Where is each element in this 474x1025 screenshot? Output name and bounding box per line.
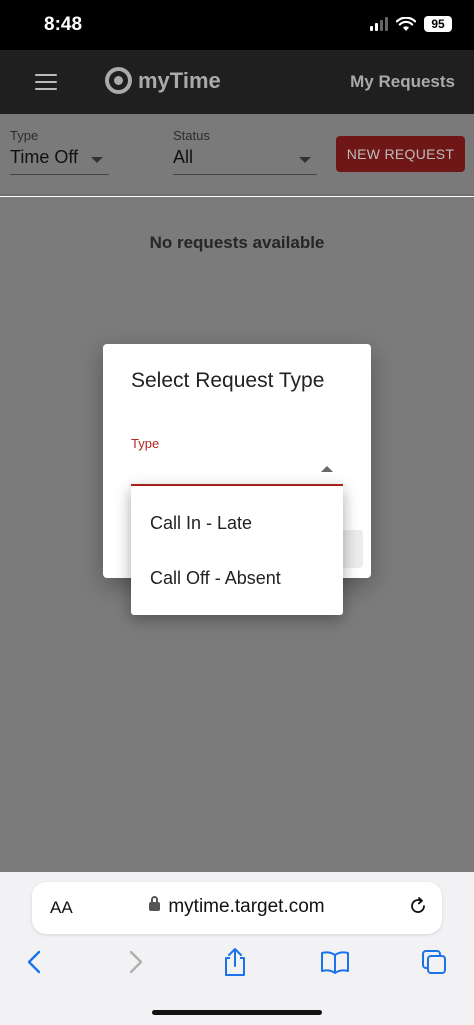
page-title: My Requests	[350, 72, 455, 91]
target-logo-icon	[105, 67, 132, 94]
url-text: mytime.target.com	[168, 896, 325, 917]
forward-icon	[129, 950, 143, 974]
share-icon	[225, 948, 245, 976]
cellular-signal-icon	[370, 17, 388, 31]
status-filter-select[interactable]: All	[173, 147, 317, 175]
type-filter-label: Type	[10, 128, 39, 143]
option-call-in-late[interactable]: Call In - Late	[131, 496, 343, 551]
share-button[interactable]	[215, 942, 255, 982]
forward-button[interactable]	[116, 942, 156, 982]
type-select[interactable]	[131, 456, 343, 486]
hamburger-menu-icon[interactable]	[35, 74, 57, 90]
browser-toolbar	[0, 942, 474, 982]
status-time: 8:48	[44, 14, 83, 35]
tabs-button[interactable]	[414, 942, 454, 982]
battery-icon: 95	[424, 16, 452, 32]
address-bar[interactable]: AA mytime.target.com	[32, 882, 442, 934]
type-filter[interactable]: Type Time Off	[10, 128, 109, 175]
dialog-action-button[interactable]	[341, 530, 363, 568]
book-icon	[321, 951, 349, 974]
wifi-icon	[396, 16, 416, 31]
type-filter-value: Time Off	[10, 147, 79, 167]
type-field-label: Type	[131, 436, 160, 451]
status-bar: 8:48 95	[0, 0, 474, 50]
empty-state-message: No requests available	[149, 233, 325, 252]
bookmarks-button[interactable]	[315, 942, 355, 982]
dialog-title: Select Request Type	[131, 369, 325, 392]
status-filter-value: All	[173, 147, 194, 167]
app-name: myTime	[138, 67, 221, 93]
browser-bar: AA mytime.target.com	[0, 872, 474, 1025]
chevron-down-icon	[299, 157, 311, 163]
lock-icon	[149, 896, 161, 911]
url-display[interactable]: mytime.target.com	[32, 896, 442, 918]
type-options-menu: Call In - Late Call Off - Absent	[131, 486, 343, 615]
new-request-button[interactable]: NEW REQUEST	[336, 136, 465, 172]
type-filter-select[interactable]: Time Off	[10, 147, 109, 175]
option-call-off-absent[interactable]: Call Off - Absent	[131, 551, 343, 606]
back-button[interactable]	[14, 942, 54, 982]
back-icon	[27, 950, 41, 974]
status-filter[interactable]: Status All	[173, 128, 317, 175]
chevron-up-icon	[321, 466, 333, 472]
home-indicator	[152, 1010, 322, 1015]
status-filter-label: Status	[173, 128, 210, 143]
tabs-icon	[422, 950, 446, 974]
filter-bar: Type Time Off Status All NEW REQUEST	[0, 114, 474, 196]
reload-icon[interactable]	[408, 896, 428, 916]
app-logo: myTime	[105, 67, 221, 94]
app-header: myTime My Requests	[0, 50, 474, 114]
status-icons: 95	[370, 16, 452, 32]
chevron-down-icon	[91, 157, 103, 163]
